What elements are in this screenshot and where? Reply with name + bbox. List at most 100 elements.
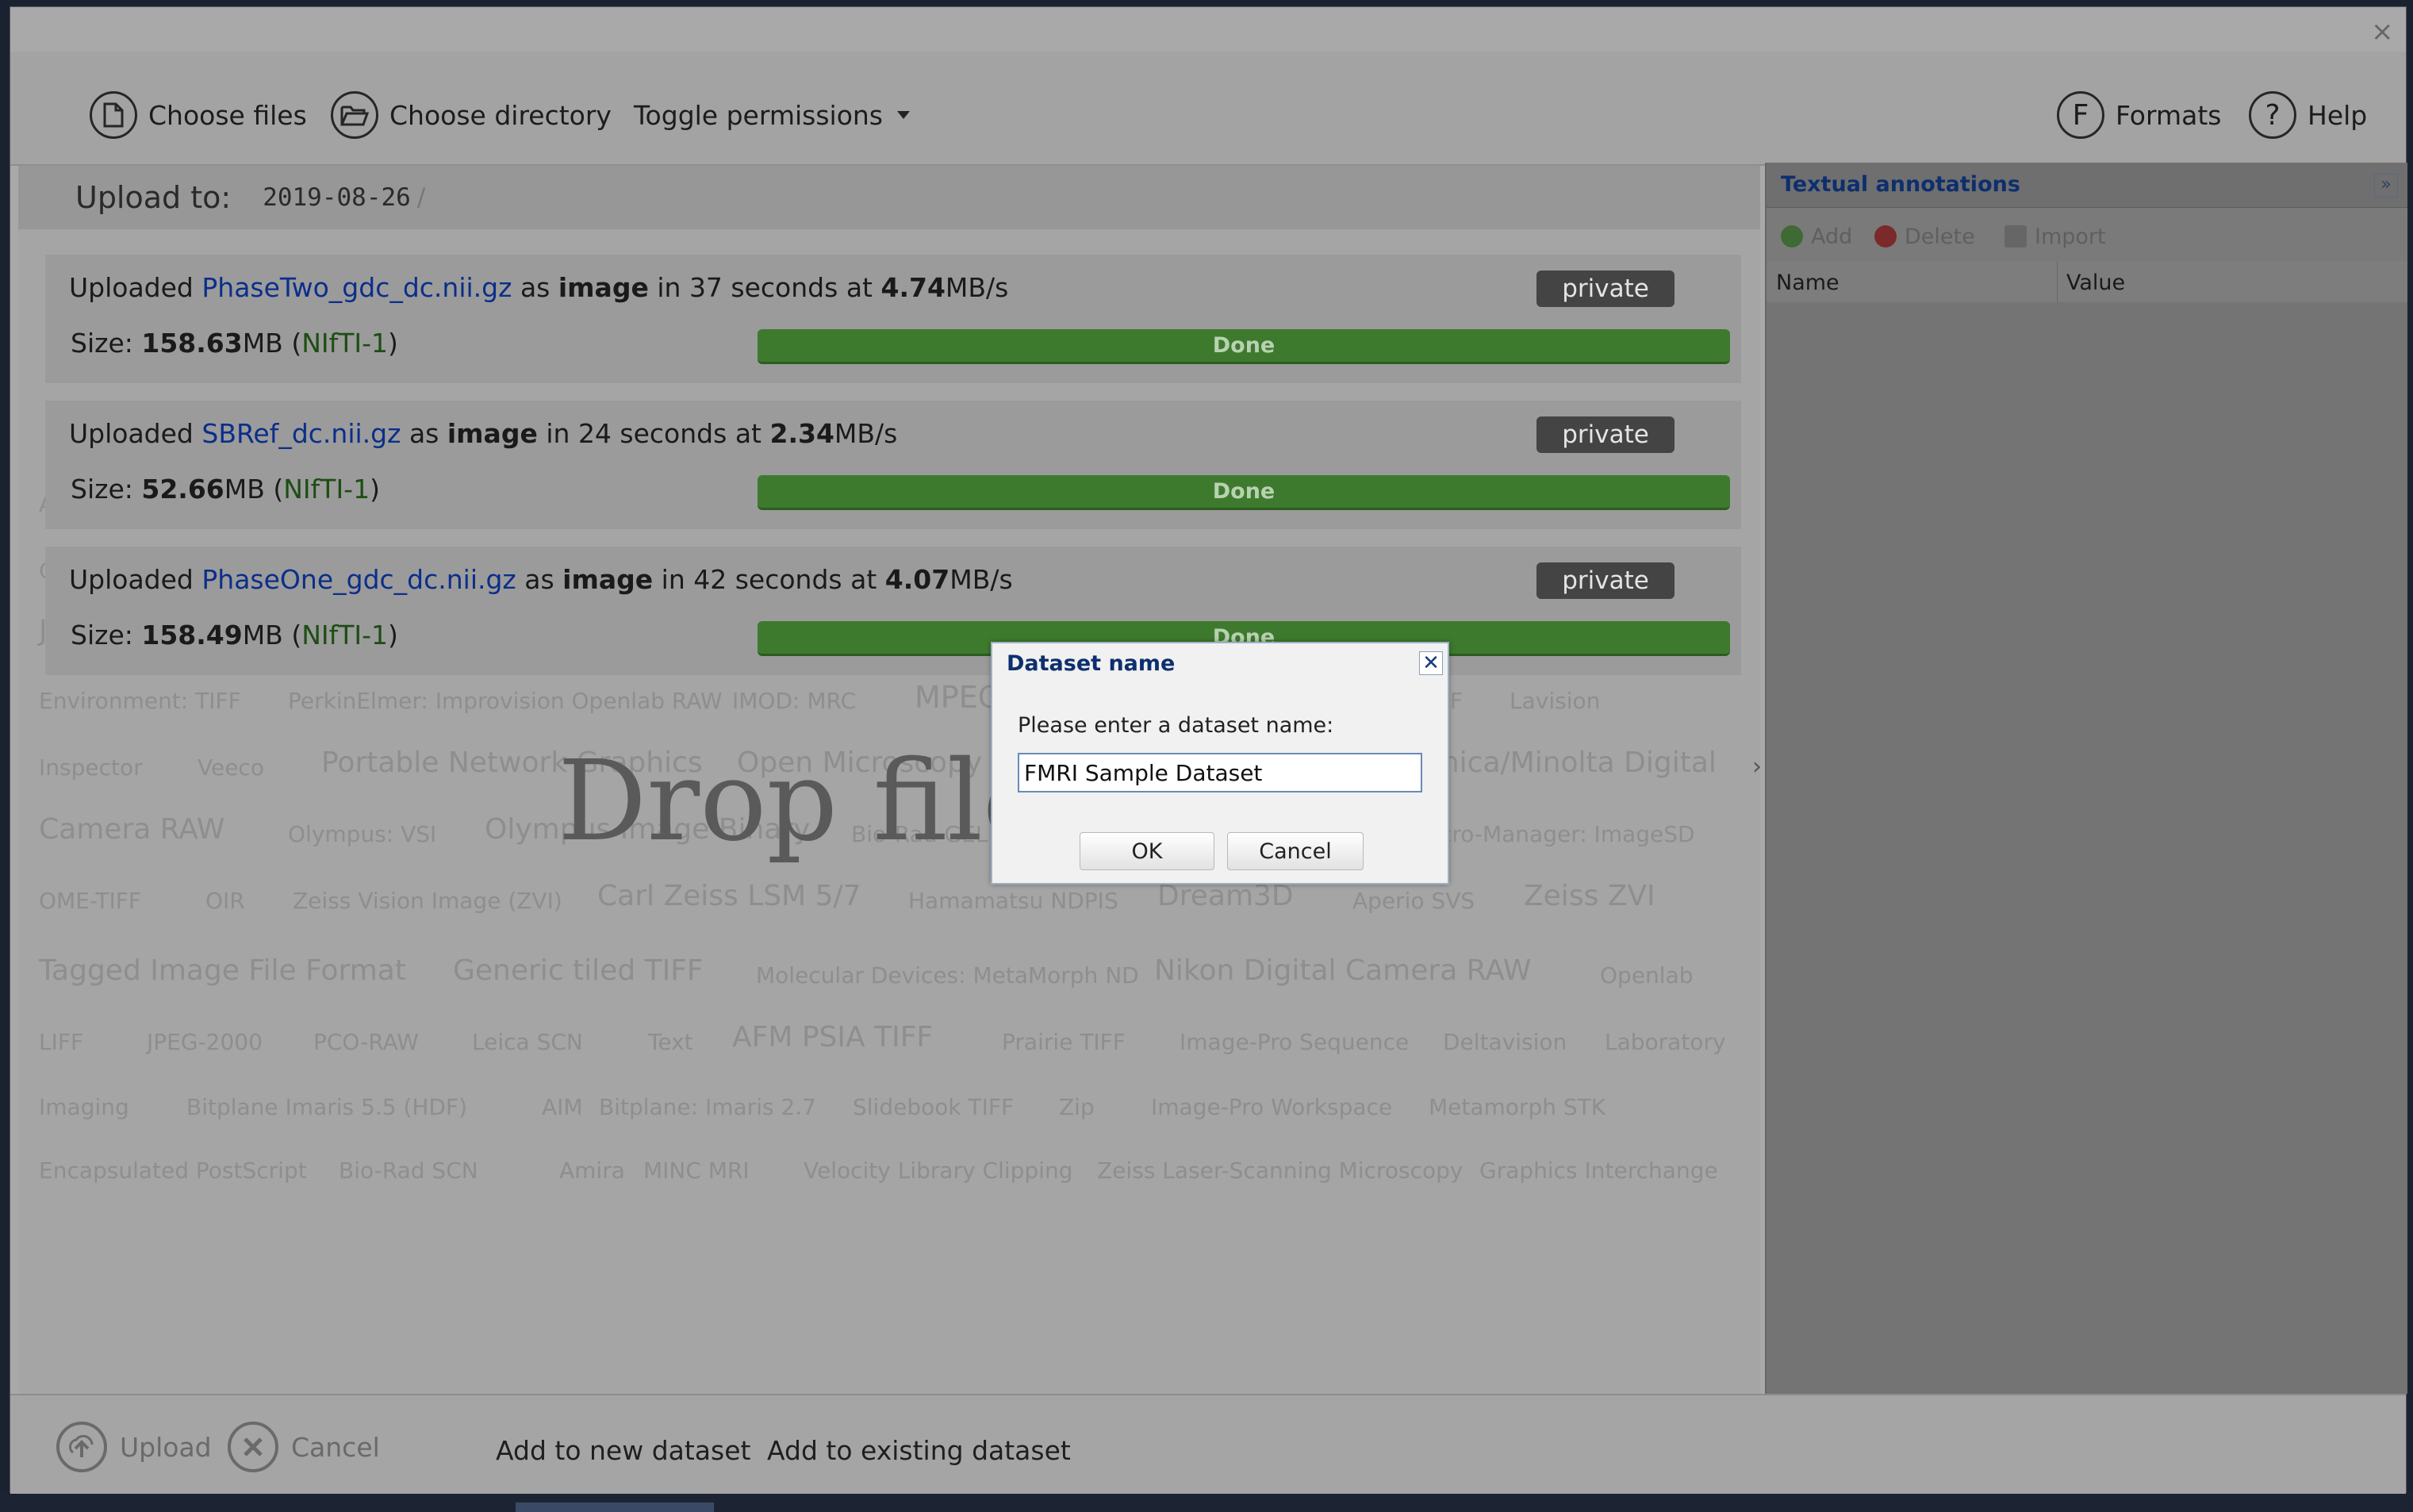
window-close-icon[interactable]: × [2371, 18, 2394, 45]
format-name: MINC MRI [643, 1157, 750, 1184]
format-name: Camera RAW [39, 813, 225, 846]
upload-summary: Uploaded SBRef_dc.nii.gz as image in 24 … [69, 418, 897, 449]
import-icon [2004, 225, 2027, 248]
column-header-name[interactable]: Name [1776, 271, 1839, 295]
file-link[interactable]: PhaseOne_gdc_dc.nii.gz [201, 564, 516, 595]
in-label: in [546, 418, 570, 449]
format-name: Micro-Manager: ImageSD [1414, 821, 1695, 847]
uploaded-label: Uploaded [69, 564, 194, 595]
format-name: JPEG-2000 [147, 1029, 263, 1055]
path-separator: / [416, 183, 426, 212]
permission-badge[interactable]: private [1536, 562, 1675, 599]
format-name: Nikon Digital Camera RAW [1154, 954, 1532, 987]
format-name: IMOD: MRC [732, 688, 857, 714]
format-name: Openlab [1600, 962, 1694, 988]
format-name: Deltavision [1443, 1029, 1567, 1055]
upload-speed: 4.07 [884, 564, 950, 595]
format-name: Bitplane Imaris 5.5 (HDF) [186, 1094, 468, 1120]
in-label: in [661, 564, 685, 595]
upload-item: Uploaded SBRef_dc.nii.gz as image in 24 … [45, 401, 1741, 529]
upload-summary: Uploaded PhaseOne_gdc_dc.nii.gz as image… [69, 564, 1013, 595]
toggle-permissions-dropdown[interactable]: Toggle permissions [634, 90, 910, 140]
choose-directory-button[interactable]: Choose directory [331, 90, 612, 140]
add-label: Add [1811, 224, 1853, 249]
ok-button[interactable]: OK [1080, 832, 1214, 870]
file-format: NIfTI-1 [301, 328, 389, 359]
column-header-value[interactable]: Value [2066, 271, 2125, 295]
upload-to-label: Upload to: [75, 180, 232, 215]
choose-directory-label: Choose directory [389, 99, 612, 131]
annotations-panel: Textual annotations » Add Delete Import … [1765, 163, 2407, 1394]
file-link[interactable]: SBRef_dc.nii.gz [201, 418, 401, 449]
format-name: LIFF [39, 1029, 84, 1055]
size-value: 52.66 [141, 474, 224, 505]
format-name: Zip [1059, 1094, 1095, 1120]
import-annotation-button[interactable]: Import [2004, 218, 2106, 255]
format-name: Carl Zeiss LSM 5/7 [597, 880, 861, 912]
size-label: Size: [71, 474, 133, 505]
in-label: in [657, 272, 681, 303]
format-name: PCO-RAW [313, 1029, 419, 1055]
format-name: Environment: TIFF [39, 688, 241, 714]
format-name: Bio-Rad SCN [339, 1157, 478, 1184]
format-name: Laboratory [1605, 1029, 1726, 1055]
upload-size: Size: 158.63MB (NIfTI-1) [71, 328, 398, 359]
format-name: Aperio SVS [1352, 888, 1475, 914]
at-label: at [846, 272, 873, 303]
dialog-close-icon[interactable]: ✕ [1419, 651, 1443, 675]
choose-files-button[interactable]: Choose files [90, 90, 307, 140]
format-name: AFM PSIA TIFF [732, 1021, 934, 1053]
upload-duration: 42 seconds [693, 564, 842, 595]
dialog-cancel-button[interactable]: Cancel [1227, 832, 1364, 870]
as-label: as [524, 564, 554, 595]
size-unit: MB [242, 328, 283, 359]
add-to-new-dataset-link[interactable]: Add to new dataset [496, 1435, 750, 1466]
upload-duration: 37 seconds [689, 272, 838, 303]
uploaded-label: Uploaded [69, 418, 194, 449]
delete-annotation-button[interactable]: Delete [1874, 218, 1975, 255]
as-label: as [409, 418, 439, 449]
permission-badge[interactable]: private [1536, 416, 1675, 453]
format-name: Image-Pro Sequence [1180, 1029, 1410, 1055]
annotations-toolbar: Add Delete Import [1767, 213, 2407, 259]
format-name: Zeiss Laser-Scanning Microscopy [1097, 1157, 1464, 1184]
format-name: Leica SCN [472, 1029, 583, 1055]
format-name: Graphics Interchange [1479, 1157, 1718, 1184]
upload-to-path[interactable]: 2019-08-26 [263, 183, 411, 212]
taskbar-item [516, 1502, 714, 1512]
format-name: Imaging [39, 1094, 129, 1120]
file-link[interactable]: PhaseTwo_gdc_dc.nii.gz [201, 272, 512, 303]
format-name: OME-TIFF [39, 888, 141, 914]
annotations-table-header: Name Value [1767, 261, 2407, 303]
caret-down-icon [897, 111, 910, 119]
help-button[interactable]: ? Help [2249, 90, 2367, 140]
add-icon [1781, 225, 1803, 248]
delete-icon [1874, 225, 1897, 248]
dataset-name-input[interactable] [1018, 753, 1422, 792]
panel-resize-handle[interactable]: › [1752, 753, 1763, 792]
collapse-icon[interactable]: » [2374, 174, 2398, 198]
dialog-prompt: Please enter a dataset name: [1018, 713, 1334, 738]
bottom-bar: Upload Cancel Add to new dataset Add to … [10, 1394, 2406, 1494]
format-name: Velocity Library Clipping [804, 1157, 1073, 1184]
column-divider[interactable] [2057, 261, 2058, 302]
format-name: Molecular Devices: MetaMorph ND [756, 962, 1139, 988]
format-name: Text [648, 1029, 693, 1055]
formats-button[interactable]: F Formats [2057, 90, 2221, 140]
progress-bar: Done [758, 475, 1730, 510]
upload-button[interactable]: Upload [56, 1419, 212, 1475]
file-format: NIfTI-1 [283, 474, 370, 505]
format-name: Veeco [198, 754, 264, 781]
speed-unit: MB/s [834, 418, 898, 449]
format-name: Lavision [1510, 688, 1601, 714]
cancel-upload-button[interactable]: Cancel [228, 1419, 380, 1475]
choose-files-label: Choose files [148, 99, 307, 131]
file-format: NIfTI-1 [301, 620, 389, 650]
upload-to-breadcrumb: Upload to: 2019-08-26 / [18, 166, 1760, 229]
format-name: Tagged Image File Format [39, 954, 406, 987]
add-to-existing-dataset-link[interactable]: Add to existing dataset [767, 1435, 1071, 1466]
permission-badge[interactable]: private [1536, 271, 1675, 307]
add-annotation-button[interactable]: Add [1781, 218, 1852, 255]
help-icon: ? [2249, 91, 2296, 139]
size-unit: MB [224, 474, 265, 505]
